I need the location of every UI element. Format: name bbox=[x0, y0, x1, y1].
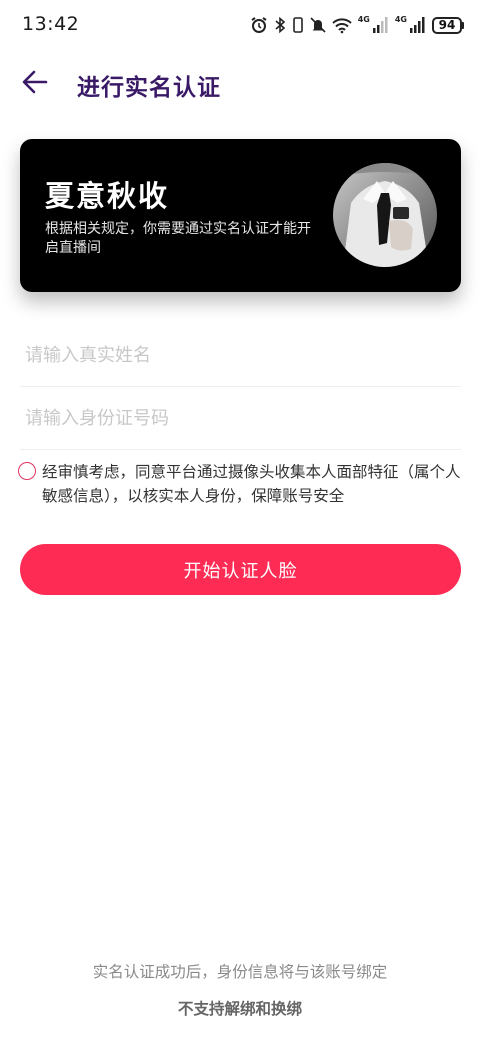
bluetooth-icon bbox=[275, 16, 285, 34]
footer-note: 实名认证成功后，身份信息将与该账号绑定 bbox=[92, 963, 388, 981]
start-face-verification-button[interactable]: 开始认证人脸 bbox=[20, 544, 461, 595]
agreement-text[interactable]: 经审慎考虑，同意平台通过摄像头收集本人面部特征（属个人敏感信息），以核实本人身份… bbox=[42, 460, 464, 508]
sim1-label: 4G bbox=[357, 14, 370, 24]
back-button[interactable] bbox=[14, 64, 58, 100]
status-time: 13:42 bbox=[22, 13, 80, 35]
agreement-radio[interactable] bbox=[18, 462, 36, 480]
battery-level: 94 bbox=[432, 16, 462, 34]
status-icons: 4G 4G 94 bbox=[250, 14, 464, 36]
mute-icon bbox=[310, 17, 326, 33]
arrow-left-icon bbox=[22, 70, 48, 94]
alarm-icon bbox=[251, 17, 267, 33]
page-title: 进行实名认证 bbox=[77, 75, 221, 101]
sim2-label: 4G bbox=[394, 14, 407, 24]
status-bar: 13:42 4G 4G 94 bbox=[0, 0, 480, 48]
avatar bbox=[333, 163, 437, 267]
battery-icon: 94 bbox=[432, 16, 464, 34]
wifi-icon bbox=[332, 18, 352, 34]
id-field bbox=[20, 388, 461, 450]
name-field bbox=[20, 325, 461, 387]
id-number-input[interactable] bbox=[20, 388, 461, 449]
user-name: 夏意秋收 bbox=[45, 179, 170, 213]
footer-warning: 不支持解绑和换绑 bbox=[177, 1000, 302, 1018]
vibrate-icon bbox=[292, 17, 303, 33]
signal-4g-icon bbox=[372, 17, 388, 33]
profile-card: 夏意秋收 根据相关规定，你需要通过实名认证才能开启直播间 bbox=[20, 139, 461, 292]
nav-bar: 进行实名认证 bbox=[0, 56, 480, 108]
card-description: 根据相关规定，你需要通过实名认证才能开启直播间 bbox=[45, 221, 311, 256]
signal-4g-icon bbox=[410, 17, 425, 33]
real-name-input[interactable] bbox=[20, 325, 461, 386]
